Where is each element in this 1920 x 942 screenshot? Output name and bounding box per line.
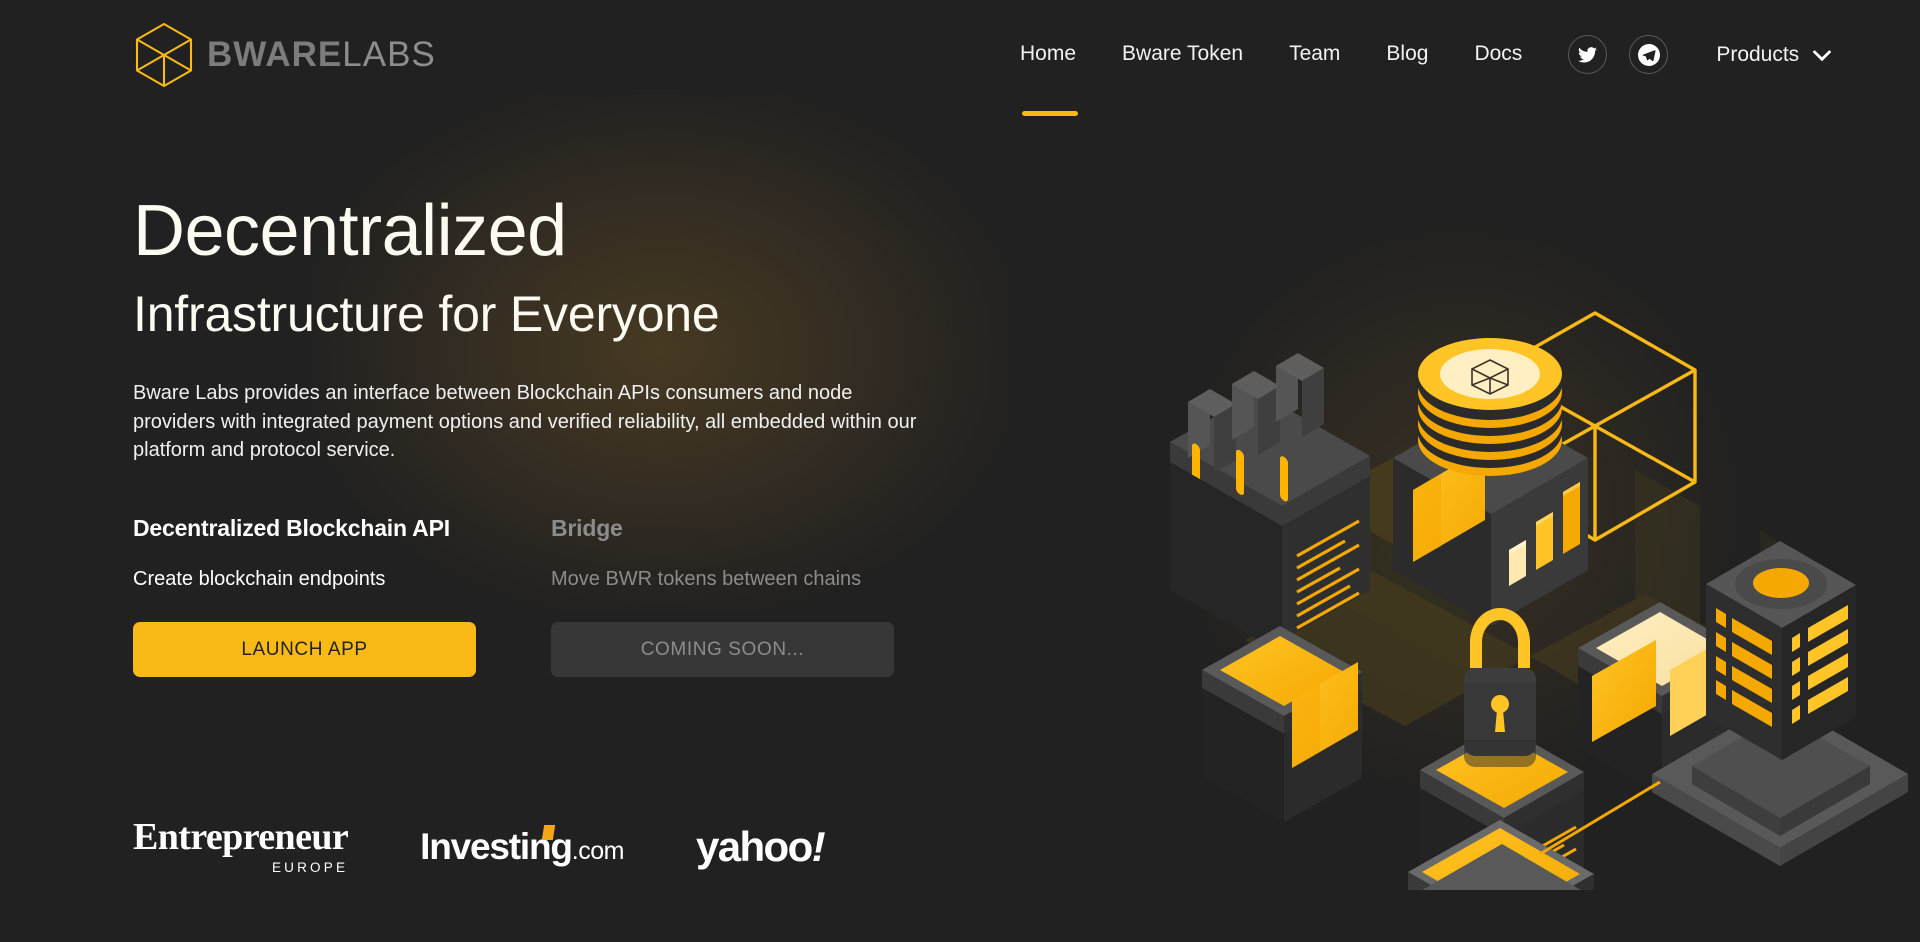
investing-com-logo[interactable]: Investing .com [420,825,625,865]
brand-wordmark: BWARE LABS [207,35,436,75]
nav-item-team[interactable]: Team [1289,42,1340,72]
telegram-icon [1637,43,1661,67]
nav-item-blog[interactable]: Blog [1386,42,1428,72]
brand-name-secondary: LABS [342,35,436,74]
gold-cube-node [1408,820,1594,890]
press-logos: Entrepreneur EUROPE Investing .com yahoo! [133,816,826,875]
site-header: BWARE LABS Home Bware Token Team Blog Doc… [0,0,1920,120]
hexagon-cube-logo-icon [133,22,195,88]
coin-stack-node [1393,338,1588,626]
yahoo-logo-bang: ! [811,822,826,870]
brand-logo[interactable]: BWARE LABS [133,22,436,88]
investing-logo-sub: .com [571,837,625,865]
chevron-down-icon [1812,49,1832,62]
nav-label: Blog [1386,42,1429,65]
nav-item-bware-token[interactable]: Bware Token [1122,42,1243,72]
entrepreneur-logo-sub: EUROPE [271,860,349,875]
hero-paragraph: Bware Labs provides an interface between… [133,382,917,462]
cta-title-bridge: Bridge [551,515,623,541]
nav-label: Docs [1474,42,1523,65]
products-label: Products [1716,43,1800,66]
cta-title-api: Decentralized Blockchain API [133,515,450,541]
coming-soon-button: COMING SOON... [551,622,894,677]
nav-item-home[interactable]: Home [1020,42,1079,116]
nav-label: Team [1289,42,1341,65]
coin-stack-icon [1418,338,1562,476]
main-navigation: Home Bware Token Team Blog Docs Products [1020,35,1832,116]
yahoo-logo-main: yahoo [695,822,813,870]
telegram-link[interactable] [1629,35,1669,74]
yahoo-logo[interactable]: yahoo! [695,822,826,870]
products-dropdown[interactable]: Products [1716,43,1832,67]
cta-row: Decentralized Blockchain API Create bloc… [133,515,894,677]
entrepreneur-logo-main: Entrepreneur [133,816,349,858]
hero-heading-line2: Infrastructure for Everyone [133,286,720,342]
padlock-icon [1464,608,1536,767]
isometric-blockchain-network-illustration [1140,170,1920,890]
twitter-link[interactable] [1568,35,1608,74]
hero-section: Decentralized Infrastructure for Everyon… [133,195,953,465]
hero-heading-line1: Decentralized [133,191,567,271]
cta-subtitle-api: Create blockchain endpoints [133,568,386,590]
cta-subtitle-bridge: Move BWR tokens between chains [551,568,862,590]
twitter-icon [1578,46,1598,63]
nav-label: Home [1020,42,1077,65]
brand-name-primary: BWARE [207,35,343,74]
cta-card-api: Decentralized Blockchain API Create bloc… [133,515,476,677]
launch-app-button[interactable]: LAUNCH APP [133,622,476,677]
cta-card-bridge: Bridge Move BWR tokens between chains CO… [551,515,894,677]
entrepreneur-logo[interactable]: Entrepreneur EUROPE [133,816,349,875]
nav-label: Bware Token [1122,42,1244,65]
nav-item-docs[interactable]: Docs [1474,42,1522,72]
